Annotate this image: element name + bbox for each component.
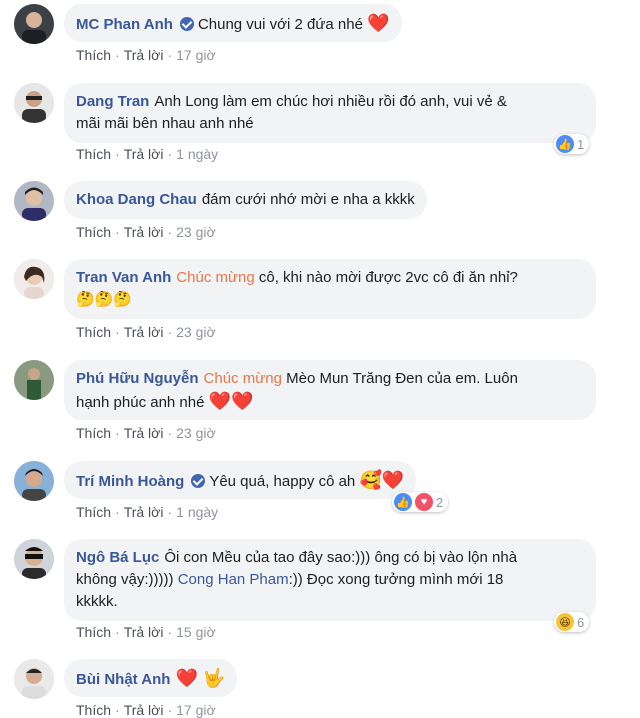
reaction-summary[interactable]: 👍 1	[554, 134, 590, 154]
like-reaction-icon: 👍	[556, 135, 574, 153]
comment-bubble: Dang Tran Anh Long làm em chúc hơi nhiều …	[64, 83, 596, 143]
timestamp[interactable]: 17 giờ	[176, 702, 216, 718]
author-name[interactable]: Khoa Dang Chau	[76, 191, 197, 208]
comment-text: đám cưới nhớ mời e nha a kkkk	[201, 191, 415, 208]
love-emoji: 🥰❤️	[359, 470, 405, 490]
timestamp[interactable]: 1 ngày	[176, 504, 218, 520]
timestamp[interactable]: 23 giờ	[176, 224, 216, 240]
reply-link[interactable]: Trả lời	[124, 146, 164, 162]
author-name[interactable]: Ngô Bá Lục	[76, 549, 159, 566]
comment-actions: Thích · Trả lời · 23 giờ	[76, 425, 216, 441]
comment-actions: Thích · Trả lời · 1 ngày	[76, 146, 219, 162]
love-reaction-icon: ♥	[415, 493, 433, 511]
reaction-count: 1	[577, 136, 585, 152]
comment-text: Ôi con Mều của tao đây sao:))) ông có bị…	[164, 549, 518, 566]
like-link[interactable]: Thích	[76, 224, 111, 240]
comment-actions: Thích · Trả lời · 23 giờ	[76, 324, 216, 340]
comment-text: :)) Đọc xong tưởng mình mới 18	[288, 571, 504, 588]
comment-actions: Thích · Trả lời · 15 giờ	[76, 624, 216, 640]
avatar[interactable]	[14, 4, 54, 44]
reply-link[interactable]: Trả lời	[124, 47, 164, 63]
like-link[interactable]: Thích	[76, 624, 111, 640]
reply-link[interactable]: Trả lời	[124, 624, 164, 640]
comment-bubble: Ngô Bá Lục Ôi con Mều của tao đây sao:)))…	[64, 539, 596, 621]
reaction-count: 2	[436, 494, 444, 510]
timestamp[interactable]: 23 giờ	[176, 425, 216, 441]
comment-text-line: hạnh phúc anh nhé	[76, 394, 205, 411]
comment-bubble: Phú Hữu Nguyễn Chúc mừng Mèo Mun Trăng Đe…	[64, 360, 596, 420]
comment-text: Anh Long làm em chúc hơi nhiều rồi đó an…	[154, 93, 507, 110]
comment-bubble: Tran Van Anh Chúc mừng cô, khi nào mời đư…	[64, 259, 596, 319]
comment-text: cô, khi nào mời được 2vc cô đi ăn nhỉ?	[258, 269, 518, 286]
verified-badge-icon	[191, 474, 206, 488]
like-link[interactable]: Thích	[76, 504, 111, 520]
comment-actions: Thích · Trả lời · 17 giờ	[76, 47, 216, 63]
like-link[interactable]: Thích	[76, 324, 111, 340]
comment-actions: Thích · Trả lời · 1 ngày	[76, 504, 219, 520]
reaction-summary[interactable]: 👍 ♥ 2	[392, 492, 449, 512]
comment-actions: Thích · Trả lời · 23 giờ	[76, 224, 216, 240]
comment-text-line: kkkkk.	[76, 593, 118, 610]
avatar[interactable]	[14, 83, 54, 123]
avatar[interactable]	[14, 539, 54, 579]
haha-reaction-icon: 😆	[556, 613, 574, 631]
comment-text: Chung vui với 2 đứa nhé	[197, 16, 363, 33]
timestamp[interactable]: 1 ngày	[176, 146, 218, 162]
reply-link[interactable]: Trả lời	[124, 504, 164, 520]
reaction-summary[interactable]: 😆 6	[554, 612, 590, 632]
comment-bubble: Khoa Dang Chau đám cưới nhớ mời e nha a k…	[64, 181, 427, 219]
like-link[interactable]: Thích	[76, 702, 111, 718]
reply-link[interactable]: Trả lời	[124, 324, 164, 340]
author-name[interactable]: Bùi Nhật Anh	[76, 671, 170, 688]
avatar[interactable]	[14, 360, 54, 400]
heart-emoji: ❤️ 🤟	[175, 668, 226, 688]
like-link[interactable]: Thích	[76, 146, 111, 162]
heart-emoji: ❤️❤️	[208, 391, 254, 411]
comment-text: Yêu quá, happy cô ah	[209, 473, 356, 490]
comment-actions: Thích · Trả lời · 17 giờ	[76, 702, 216, 718]
comment-bubble: Bùi Nhật Anh ❤️ 🤟	[64, 659, 238, 697]
comment-bubble: MC Phan Anh Chung vui với 2 đứa nhé ❤️	[64, 4, 402, 42]
author-name[interactable]: Phú Hữu Nguyễn	[76, 370, 199, 387]
like-reaction-icon: 👍	[394, 493, 412, 511]
highlight-text: Chúc mừng	[176, 269, 255, 286]
avatar[interactable]	[14, 181, 54, 221]
author-name[interactable]: Tran Van Anh	[76, 269, 171, 286]
avatar[interactable]	[14, 259, 54, 299]
timestamp[interactable]: 23 giờ	[176, 324, 216, 340]
like-link[interactable]: Thích	[76, 47, 111, 63]
highlight-text: Chúc mừng	[203, 370, 282, 387]
avatar[interactable]	[14, 659, 54, 699]
author-name[interactable]: Dang Tran	[76, 93, 149, 110]
author-name[interactable]: Trí Minh Hoàng	[76, 473, 184, 490]
comment-text: Mèo Mun Trăng Đen của em. Luôn	[286, 370, 518, 387]
heart-emoji: ❤️	[367, 13, 390, 33]
reaction-count: 6	[577, 614, 585, 630]
verified-badge-icon	[179, 17, 194, 31]
timestamp[interactable]: 15 giờ	[176, 624, 216, 640]
comment-bubble: Trí Minh Hoàng Yêu quá, happy cô ah 🥰❤️	[64, 461, 417, 499]
comment-text: không vậy:)))))	[76, 571, 174, 588]
reply-link[interactable]: Trả lời	[124, 224, 164, 240]
reply-link[interactable]: Trả lời	[124, 425, 164, 441]
emoji-line: 🤔🤔🤔	[76, 291, 133, 308]
avatar[interactable]	[14, 461, 54, 501]
reply-link[interactable]: Trả lời	[124, 702, 164, 718]
comment-text-line: mãi mãi bên nhau anh nhé	[76, 115, 254, 132]
timestamp[interactable]: 17 giờ	[176, 47, 216, 63]
mention-link[interactable]: Cong Han Pham	[178, 571, 289, 588]
like-link[interactable]: Thích	[76, 425, 111, 441]
author-name[interactable]: MC Phan Anh	[76, 16, 173, 33]
